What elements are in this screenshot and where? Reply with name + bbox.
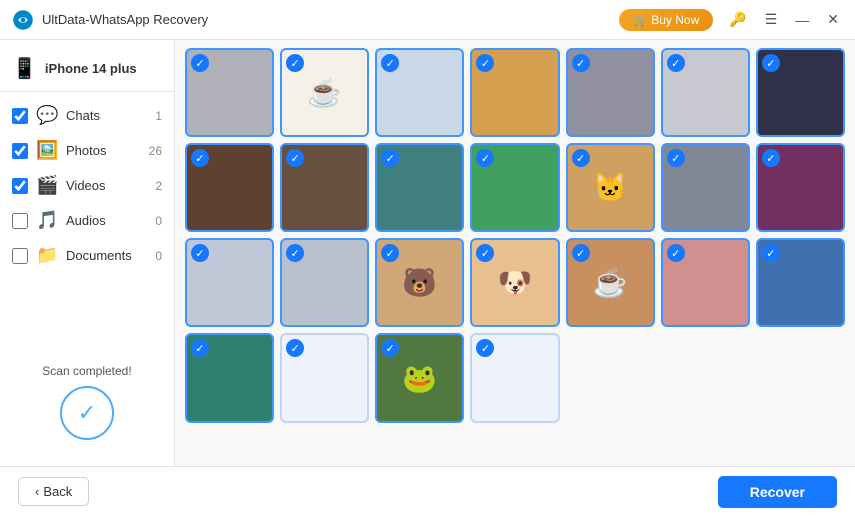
photo-cell[interactable]: ✓ [185,333,274,422]
menu-icon[interactable]: ☰ [761,9,782,30]
documents-label: Documents [66,248,138,263]
photo-check: ✓ [476,149,494,167]
photo-cell[interactable]: ✓ [280,238,369,327]
photo-check: ✓ [286,244,304,262]
photo-cell[interactable]: ✓ ☕ [566,238,655,327]
photo-cell[interactable]: ✓ 🐻 [375,238,464,327]
chats-label: Chats [66,108,138,123]
scan-complete-icon: ✓ [60,386,114,440]
back-chevron-icon: ‹ [35,484,39,499]
content-area: ✓ ✓ ☕ ✓ ✓ ✓ ✓ ✓ [175,40,855,466]
photo-cell[interactable]: ✓ [470,48,559,137]
videos-label: Videos [66,178,138,193]
photo-cell[interactable]: ✓ [470,143,559,232]
sidebar-item-audios[interactable]: 🎵 Audios 0 [0,203,174,238]
documents-count: 0 [146,249,162,263]
scan-status-text: Scan completed! [42,364,131,378]
documents-checkbox[interactable] [12,248,28,264]
minimize-icon[interactable]: — [791,10,813,30]
photo-grid: ✓ ✓ ☕ ✓ ✓ ✓ ✓ ✓ [185,48,845,423]
photo-check: ✓ [286,339,304,357]
videos-count: 2 [146,179,162,193]
photo-cell[interactable]: ✓ [470,333,559,422]
audios-checkbox[interactable] [12,213,28,229]
app-title: UltData-WhatsApp Recovery [42,12,619,27]
photo-check: ✓ [191,54,209,72]
recover-button[interactable]: Recover [718,476,837,508]
photo-check: ✓ [572,54,590,72]
sidebar-item-photos[interactable]: 🖼️ Photos 26 [0,133,174,168]
photo-check: ✓ [476,339,494,357]
device-header: 📱 iPhone 14 plus [0,50,174,91]
photo-check: ✓ [381,54,399,72]
photo-cell[interactable]: ✓ [280,333,369,422]
photo-check: ✓ [572,149,590,167]
scan-status: Scan completed! ✓ [0,348,174,456]
photo-check: ✓ [667,244,685,262]
photo-cell[interactable]: ✓ [185,143,274,232]
sidebar-item-videos[interactable]: 🎬 Videos 2 [0,168,174,203]
key-icon[interactable]: 🔑 [725,9,750,30]
chats-checkbox[interactable] [12,108,28,124]
photo-cell[interactable]: ✓ [566,48,655,137]
photo-cell[interactable]: ✓ [756,143,845,232]
videos-icon: 🎬 [36,175,58,196]
sidebar-item-chats[interactable]: 💬 Chats 1 [0,98,174,133]
chats-icon: 💬 [36,105,58,126]
bottom-bar: ‹ Back Recover [0,466,855,516]
device-icon: 📱 [12,56,37,81]
documents-icon: 📁 [36,245,58,266]
photos-label: Photos [66,143,138,158]
photo-cell[interactable]: ✓ [661,238,750,327]
photo-cell[interactable]: ✓ [756,238,845,327]
photo-check: ✓ [762,54,780,72]
photo-cell[interactable]: ✓ [661,48,750,137]
sidebar: 📱 iPhone 14 plus 💬 Chats 1 🖼️ Photos 26 … [0,40,175,466]
audios-icon: 🎵 [36,210,58,231]
photo-cell[interactable]: ✓ [280,143,369,232]
photo-check: ✓ [476,54,494,72]
chats-count: 1 [146,109,162,123]
photo-check: ✓ [667,54,685,72]
photo-cell[interactable]: ✓ ☕ [280,48,369,137]
photo-cell[interactable]: ✓ [185,48,274,137]
photo-check: ✓ [762,244,780,262]
title-bar: UltData-WhatsApp Recovery 🛒 Buy Now 🔑 ☰ … [0,0,855,40]
photo-check: ✓ [762,149,780,167]
sidebar-item-documents[interactable]: 📁 Documents 0 [0,238,174,273]
photo-cell[interactable]: ✓ [756,48,845,137]
photo-grid-container[interactable]: ✓ ✓ ☕ ✓ ✓ ✓ ✓ ✓ [175,40,855,466]
photo-check: ✓ [381,149,399,167]
photo-check: ✓ [191,244,209,262]
audios-label: Audios [66,213,138,228]
photo-cell[interactable]: ✓ 🐱 [566,143,655,232]
photo-check: ✓ [191,339,209,357]
photos-checkbox[interactable] [12,143,28,159]
photo-check: ✓ [286,149,304,167]
photo-check: ✓ [191,149,209,167]
photo-check: ✓ [667,149,685,167]
app-logo [12,9,34,31]
close-icon[interactable]: ✕ [823,9,843,30]
photo-cell[interactable]: ✓ [185,238,274,327]
photo-cell[interactable]: ✓ 🐶 [470,238,559,327]
window-controls: 🔑 ☰ — ✕ [725,9,843,30]
audios-count: 0 [146,214,162,228]
photos-icon: 🖼️ [36,140,58,161]
photo-cell[interactable]: ✓ [375,48,464,137]
photos-count: 26 [146,144,162,158]
back-label: Back [43,484,72,499]
videos-checkbox[interactable] [12,178,28,194]
photo-cell[interactable]: ✓ [661,143,750,232]
back-button[interactable]: ‹ Back [18,477,89,506]
main-layout: 📱 iPhone 14 plus 💬 Chats 1 🖼️ Photos 26 … [0,40,855,466]
photo-cell[interactable]: ✓ [375,143,464,232]
device-name: iPhone 14 plus [45,61,137,76]
photo-cell[interactable]: ✓ 🐸 [375,333,464,422]
sidebar-divider [0,91,174,92]
photo-check: ✓ [572,244,590,262]
buy-now-button[interactable]: 🛒 Buy Now [619,9,713,31]
